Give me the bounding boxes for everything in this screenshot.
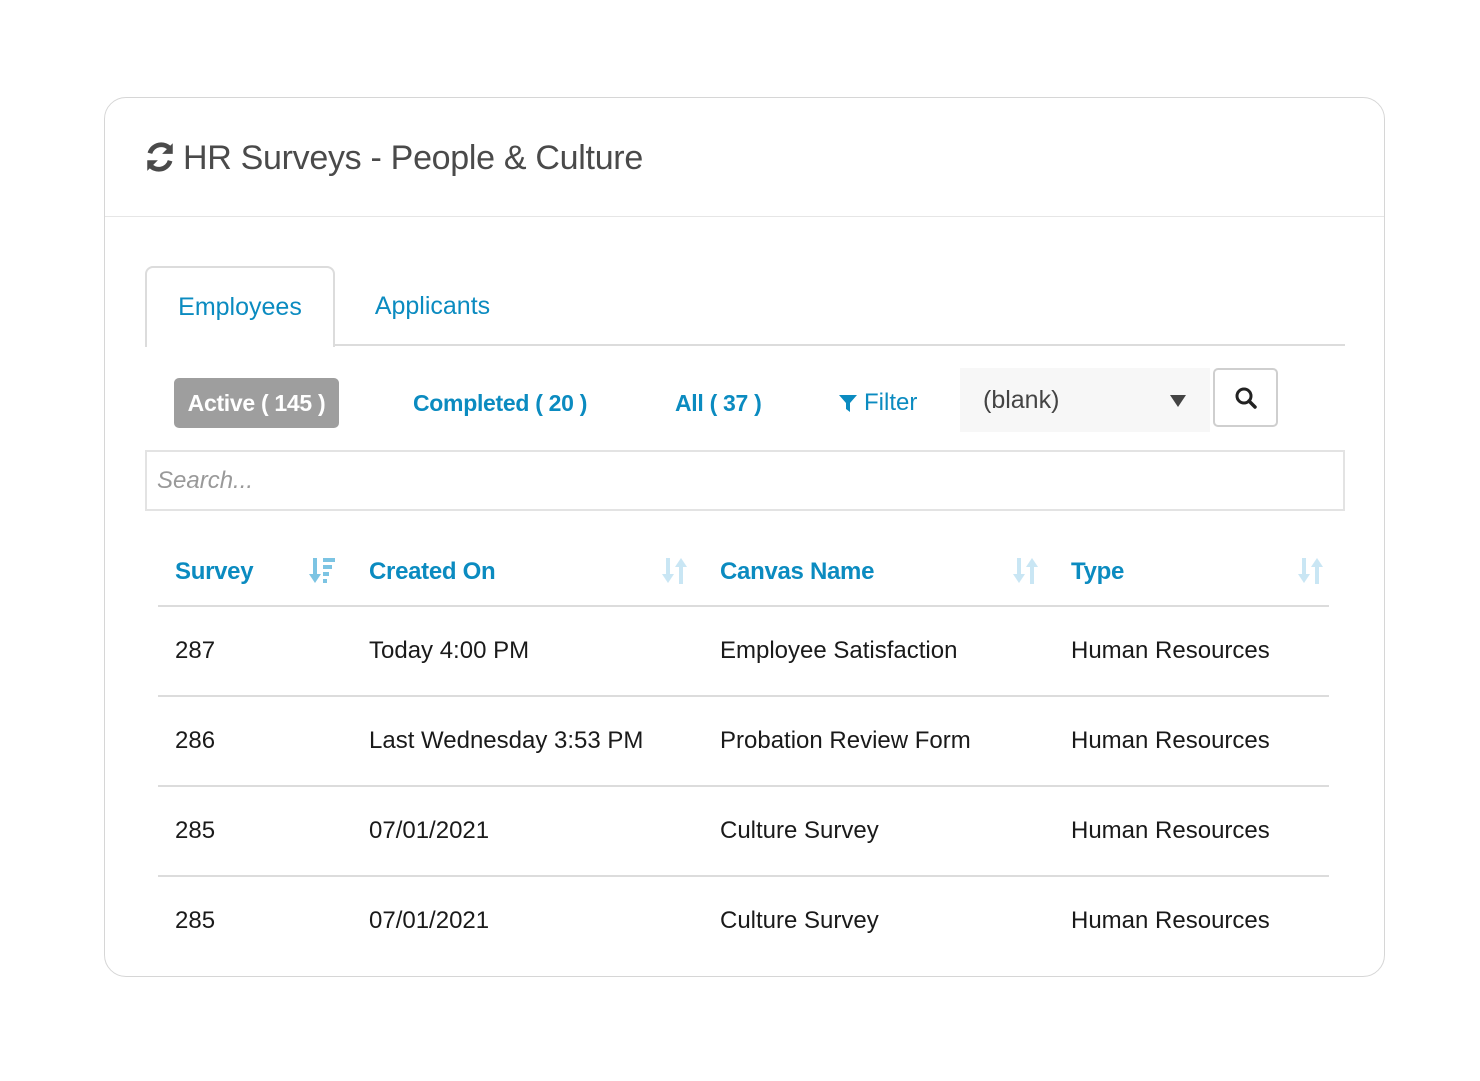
surveys-table: Survey Created On Canvas Name Type 287 T…: [158, 536, 1329, 967]
active-filter-pill[interactable]: Active ( 145 ): [174, 378, 339, 428]
table-header: Survey Created On Canvas Name Type: [158, 536, 1329, 607]
column-header-canvas-name[interactable]: Canvas Name: [720, 536, 874, 607]
table-row[interactable]: 286 Last Wednesday 3:53 PM Probation Rev…: [158, 697, 1329, 787]
cell-canvas-name: Employee Satisfaction: [720, 637, 958, 664]
funnel-icon: [839, 395, 857, 412]
cell-survey: 287: [175, 637, 216, 664]
sort-icon[interactable]: [662, 556, 688, 586]
sort-icon[interactable]: [1298, 556, 1324, 586]
tab-bar: Employees Applicants: [145, 266, 1345, 347]
search-input[interactable]: [145, 450, 1345, 511]
filter-button[interactable]: Filter: [838, 378, 917, 428]
surveys-card: HR Surveys - People & Culture Employees …: [104, 97, 1385, 977]
search-button[interactable]: [1213, 368, 1278, 427]
caret-down-icon: [1170, 395, 1186, 407]
table-row[interactable]: 285 07/01/2021 Culture Survey Human Reso…: [158, 787, 1329, 877]
cell-created-on: Today 4:00 PM: [369, 637, 530, 664]
filter-label: Filter: [864, 389, 918, 416]
tab-applicants[interactable]: Applicants: [335, 266, 530, 346]
tab-employees[interactable]: Employees: [145, 266, 335, 347]
completed-filter-pill[interactable]: Completed ( 20 ): [413, 378, 587, 428]
cell-created-on: 07/01/2021: [369, 817, 490, 844]
cell-survey: 285: [175, 817, 216, 844]
sort-icon[interactable]: [1013, 556, 1039, 586]
cell-survey: 285: [175, 907, 216, 934]
column-header-created-on[interactable]: Created On: [369, 536, 496, 607]
table-row[interactable]: 287 Today 4:00 PM Employee Satisfaction …: [158, 607, 1329, 697]
cell-type: Human Resources: [1071, 817, 1270, 844]
cell-created-on: Last Wednesday 3:53 PM: [369, 727, 644, 754]
sort-descending-icon[interactable]: [309, 556, 337, 586]
search-icon: [1235, 387, 1257, 409]
column-header-survey[interactable]: Survey: [175, 536, 254, 607]
page-title: HR Surveys - People & Culture: [183, 138, 643, 177]
table-row[interactable]: 285 07/01/2021 Culture Survey Human Reso…: [158, 877, 1329, 967]
refresh-icon[interactable]: [143, 140, 177, 174]
cell-canvas-name: Culture Survey: [720, 907, 879, 934]
cell-survey: 286: [175, 727, 216, 754]
cell-type: Human Resources: [1071, 637, 1270, 664]
filter-select[interactable]: (blank): [960, 368, 1210, 432]
card-header: HR Surveys - People & Culture: [105, 98, 1384, 217]
cell-type: Human Resources: [1071, 727, 1270, 754]
cell-canvas-name: Probation Review Form: [720, 727, 971, 754]
all-filter-pill[interactable]: All ( 37 ): [675, 378, 762, 428]
cell-canvas-name: Culture Survey: [720, 817, 879, 844]
column-header-type[interactable]: Type: [1071, 536, 1124, 607]
cell-type: Human Resources: [1071, 907, 1270, 934]
filter-select-value: (blank): [983, 385, 1060, 414]
cell-created-on: 07/01/2021: [369, 907, 490, 934]
